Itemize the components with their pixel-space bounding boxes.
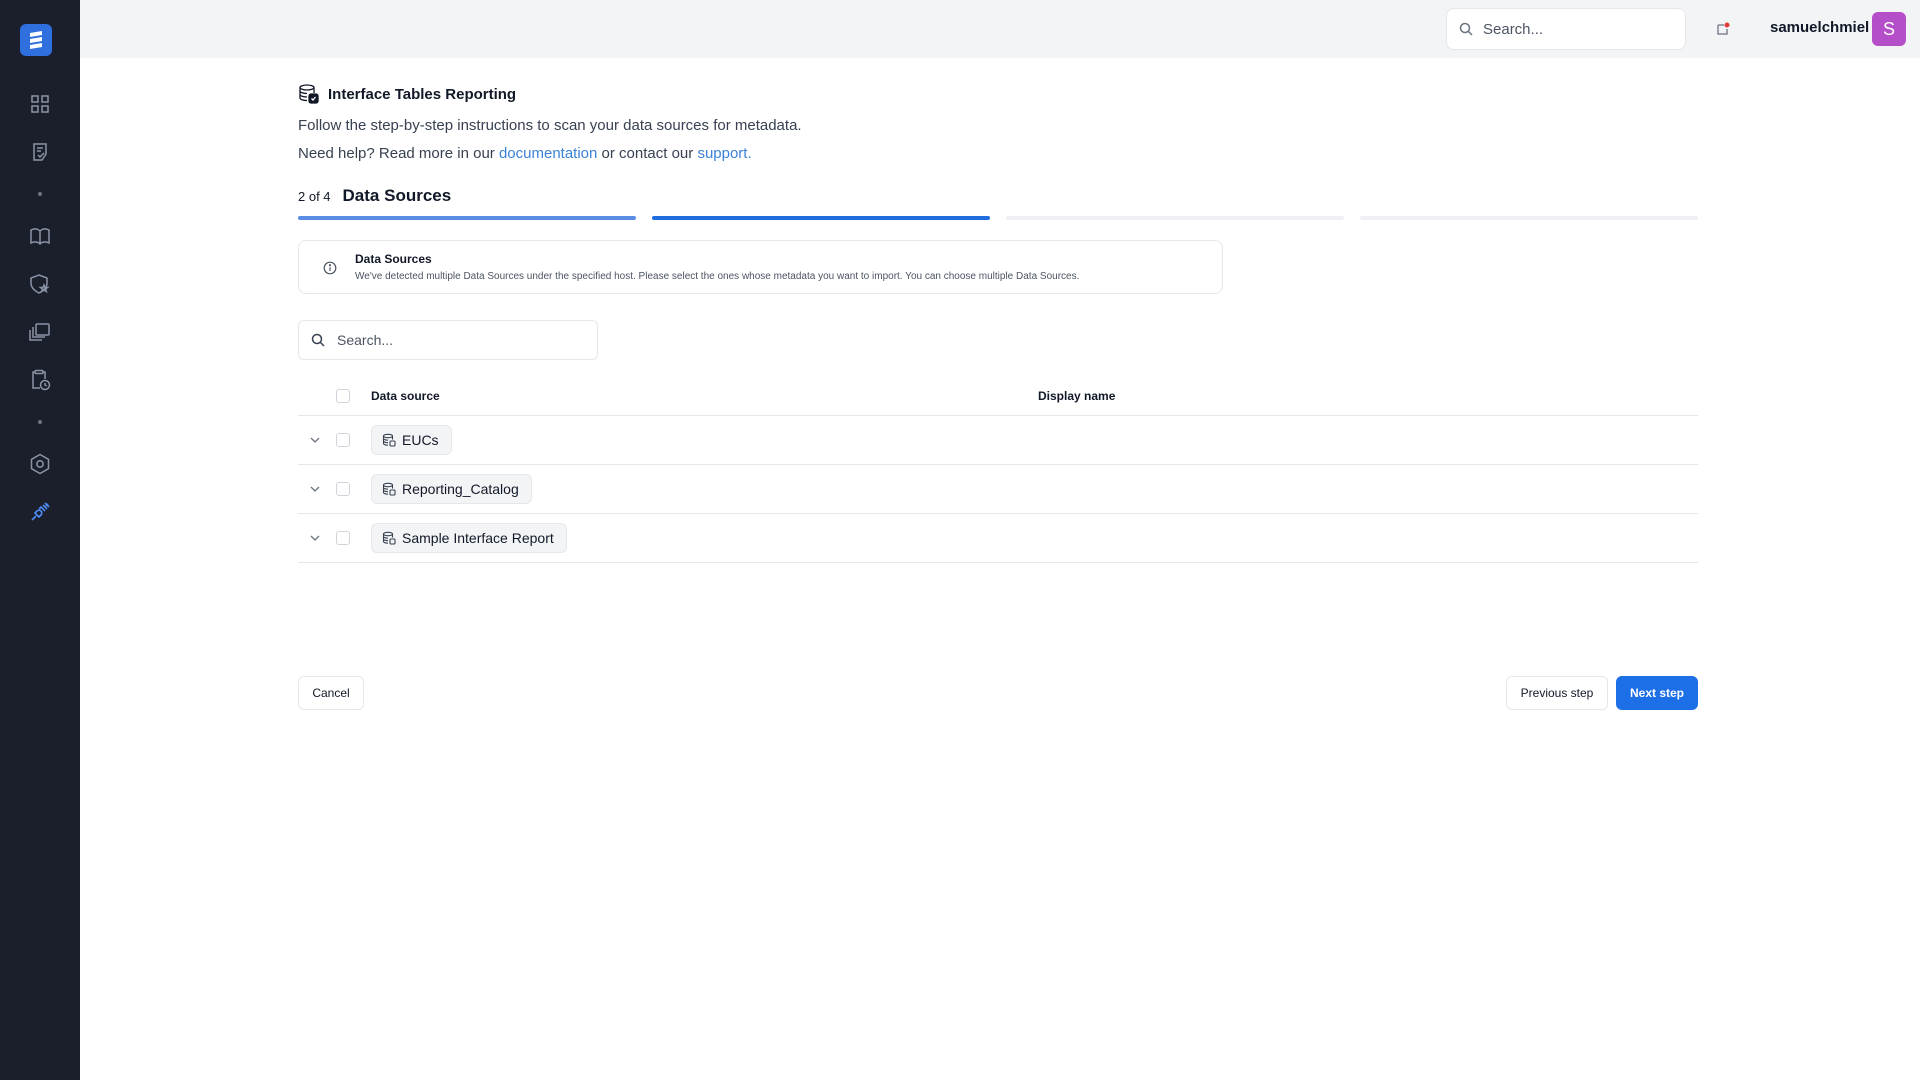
sidebar-item-dashboard[interactable] bbox=[24, 88, 56, 120]
sidebar-item-governance[interactable] bbox=[24, 268, 56, 300]
sidebar-item-layers[interactable] bbox=[24, 316, 56, 348]
sidebar-separator bbox=[38, 192, 42, 196]
hexagon-settings-icon bbox=[30, 453, 50, 475]
sidebar-item-checklist[interactable] bbox=[24, 136, 56, 168]
topbar: samuelchmiel S bbox=[80, 0, 1920, 58]
info-text: We've detected multiple Data Sources und… bbox=[355, 271, 1080, 282]
support-link[interactable]: support. bbox=[697, 145, 751, 162]
logo-icon bbox=[30, 31, 42, 49]
step-progress bbox=[298, 216, 1698, 220]
row-checkbox[interactable] bbox=[336, 433, 350, 447]
data-source-chip: EUCs bbox=[371, 425, 452, 455]
main-content: Interface Tables Reporting Follow the st… bbox=[298, 82, 1698, 563]
search-icon bbox=[1459, 22, 1473, 36]
row-checkbox[interactable] bbox=[336, 531, 350, 545]
data-source-chip: Reporting_Catalog bbox=[371, 474, 532, 504]
global-search-input[interactable] bbox=[1483, 20, 1663, 38]
checklist-icon bbox=[33, 143, 47, 161]
data-source-chip: Sample Interface Report bbox=[371, 523, 567, 553]
expand-row-button[interactable] bbox=[306, 529, 324, 547]
info-title: Data Sources bbox=[355, 252, 432, 266]
sidebar-item-book[interactable] bbox=[24, 220, 56, 252]
data-source-name: EUCs bbox=[402, 432, 439, 448]
progress-segment-2 bbox=[652, 216, 990, 220]
app-logo[interactable] bbox=[20, 24, 52, 56]
table-header: Data source Display name bbox=[298, 374, 1698, 416]
global-search[interactable] bbox=[1446, 8, 1686, 50]
previous-step-button[interactable]: Previous step bbox=[1506, 676, 1608, 710]
search-icon bbox=[311, 333, 325, 347]
documentation-link[interactable]: documentation bbox=[499, 145, 597, 162]
sidebar-separator bbox=[38, 420, 42, 424]
book-icon bbox=[30, 228, 50, 246]
dashboard-icon bbox=[31, 95, 49, 113]
table-row: Reporting_Catalog bbox=[298, 465, 1698, 514]
data-source-table: Data source Display name EUCs Reporting_… bbox=[298, 374, 1698, 563]
expand-row-button[interactable] bbox=[306, 431, 324, 449]
chevron-down-icon bbox=[310, 535, 320, 541]
step-count: 2 of 4 bbox=[298, 189, 331, 204]
next-step-button[interactable]: Next step bbox=[1616, 676, 1698, 710]
select-all-checkbox[interactable] bbox=[336, 389, 350, 403]
layers-icon bbox=[29, 323, 50, 341]
column-header-data-source: Data source bbox=[371, 389, 440, 403]
table-row: Sample Interface Report bbox=[298, 514, 1698, 563]
progress-segment-1 bbox=[298, 216, 636, 220]
progress-segment-4 bbox=[1360, 216, 1698, 220]
help-middle: or contact our bbox=[597, 145, 698, 162]
data-source-name: Reporting_Catalog bbox=[402, 481, 519, 497]
integration-plug-icon bbox=[31, 502, 50, 521]
sidebar-item-tasks[interactable] bbox=[24, 364, 56, 396]
data-source-name: Sample Interface Report bbox=[402, 530, 554, 546]
sidebar-item-settings[interactable] bbox=[24, 448, 56, 480]
data-source-search[interactable] bbox=[298, 320, 598, 360]
info-banner: Data Sources We've detected multiple Dat… bbox=[298, 240, 1223, 294]
expand-row-button[interactable] bbox=[306, 480, 324, 498]
column-header-display-name: Display name bbox=[1038, 389, 1116, 403]
help-prefix: Need help? Read more in our bbox=[298, 145, 499, 162]
notifications-button[interactable] bbox=[1712, 18, 1734, 40]
chevron-down-icon bbox=[310, 486, 320, 492]
page-header: Interface Tables Reporting bbox=[298, 82, 1698, 106]
avatar[interactable]: S bbox=[1872, 12, 1906, 46]
sidebar bbox=[0, 0, 80, 1080]
notification-icon bbox=[1717, 22, 1730, 35]
wizard-footer: Cancel Previous step Next step bbox=[298, 676, 1698, 710]
step-header: 2 of 4 Data Sources bbox=[298, 186, 1698, 206]
progress-segment-3 bbox=[1006, 216, 1344, 220]
database-icon bbox=[382, 433, 396, 447]
clipboard-clock-icon bbox=[32, 369, 51, 391]
database-icon bbox=[382, 482, 396, 496]
page-title: Interface Tables Reporting bbox=[328, 85, 517, 103]
shield-star-icon bbox=[30, 274, 50, 294]
help-text: Need help? Read more in our documentatio… bbox=[298, 144, 1698, 164]
sidebar-item-integrations[interactable] bbox=[24, 496, 56, 528]
info-icon bbox=[321, 259, 339, 277]
table-row: EUCs bbox=[298, 416, 1698, 465]
data-source-search-input[interactable] bbox=[337, 332, 577, 348]
chevron-down-icon bbox=[310, 437, 320, 443]
username: samuelchmiel bbox=[1770, 19, 1870, 36]
step-name: Data Sources bbox=[342, 186, 452, 205]
page-description: Follow the step-by-step instructions to … bbox=[298, 117, 802, 134]
database-icon bbox=[299, 84, 319, 104]
cancel-button[interactable]: Cancel bbox=[298, 676, 364, 710]
database-icon bbox=[382, 531, 396, 545]
row-checkbox[interactable] bbox=[336, 482, 350, 496]
